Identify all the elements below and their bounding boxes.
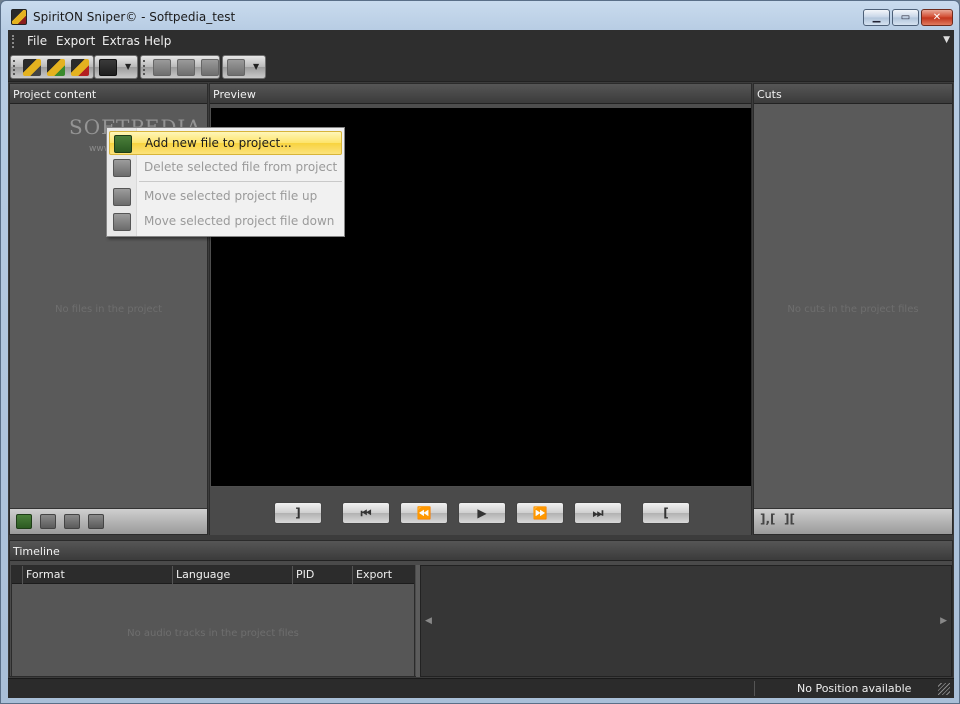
menu-item-move-down[interactable]: Move selected project file down — [109, 210, 342, 234]
add-cut-button[interactable]: ],[ — [760, 512, 776, 526]
export-ps-icon[interactable] — [177, 59, 195, 76]
scroll-left-icon[interactable]: ◀ — [425, 616, 432, 626]
add-file-icon[interactable] — [16, 514, 32, 529]
export-es-icon[interactable] — [201, 59, 219, 76]
move-down-icon — [113, 213, 131, 231]
column-format[interactable]: Format — [22, 566, 172, 584]
scroll-right-icon[interactable]: ▶ — [940, 616, 947, 626]
position-status: No Position available — [797, 682, 912, 695]
menu-grip-icon[interactable] — [12, 35, 14, 48]
status-bar: No Position available — [8, 678, 954, 698]
menu-item-label: Delete selected file from project — [144, 160, 338, 174]
new-project-button[interactable] — [23, 59, 41, 76]
mark-out-button[interactable]: ] — [274, 502, 322, 524]
status-divider — [754, 681, 755, 696]
column-export[interactable]: Export — [352, 566, 414, 584]
column-language[interactable]: Language — [172, 566, 292, 584]
toolbar-grip-icon[interactable] — [13, 60, 15, 75]
play-button[interactable]: ▶ — [458, 502, 506, 524]
add-file-icon — [114, 135, 132, 153]
delete-file-icon — [113, 159, 131, 177]
transport-controls: ] ⏮ ⏪ ▶ ⏩ ⏭ [ — [210, 487, 751, 535]
menu-item-add-file[interactable]: Add new file to project... — [109, 131, 342, 155]
close-icon: ✕ — [932, 12, 942, 23]
delete-file-icon[interactable] — [40, 514, 56, 529]
move-up-icon — [113, 188, 131, 206]
cuts-panel-toolbar: ],[ ][ — [754, 508, 952, 534]
close-button[interactable]: ✕ — [921, 9, 953, 26]
menu-item-label: Move selected project file up — [144, 189, 318, 203]
table-header: Format Language PID Export — [12, 566, 414, 584]
column-pid[interactable]: PID — [292, 566, 352, 584]
toolbar-group-project — [10, 55, 94, 79]
cuts-panel-title: Cuts — [754, 84, 952, 104]
project-panel-toolbar — [10, 508, 207, 534]
menu-item-label: Add new file to project... — [145, 136, 292, 150]
open-project-button[interactable] — [47, 59, 65, 76]
save-dropdown-icon[interactable]: ▼ — [125, 62, 131, 71]
fast-forward-button[interactable]: ⏩ — [516, 502, 564, 524]
timeline-track-area[interactable]: ◀ ▶ — [420, 565, 952, 677]
move-file-down-icon[interactable] — [88, 514, 104, 529]
maximize-button[interactable]: ▭ — [892, 9, 919, 26]
remove-cut-button[interactable]: ][ — [784, 512, 795, 526]
project-context-menu: Add new file to project... Delete select… — [106, 127, 345, 237]
title-bar[interactable]: SpiritON Sniper© - Softpedia_test ▁ ▭ ✕ — [1, 1, 959, 31]
cuts-empty-text: No cuts in the project files — [787, 304, 919, 315]
move-file-up-icon[interactable] — [64, 514, 80, 529]
menu-help[interactable]: Help — [144, 34, 171, 48]
project-panel-title: Project content — [10, 84, 207, 104]
minimize-button[interactable]: ▁ — [863, 9, 890, 26]
go-to-end-button[interactable]: ⏭ — [574, 502, 622, 524]
menu-extras[interactable]: Extras — [102, 34, 140, 48]
audio-track-table: Format Language PID Export No audio trac… — [11, 565, 415, 677]
menu-file[interactable]: File — [27, 34, 47, 48]
maximize-icon: ▭ — [900, 12, 911, 23]
batch-dropdown-icon[interactable]: ▼ — [253, 62, 259, 71]
menu-separator — [139, 181, 342, 182]
rewind-button[interactable]: ⏪ — [400, 502, 448, 524]
cuts-panel: Cuts No cuts in the project files ],[ ][ — [753, 83, 953, 535]
menu-export[interactable]: Export — [56, 34, 95, 48]
window-title: SpiritON Sniper© - Softpedia_test — [33, 10, 236, 24]
toolbar-group-save: ▼ — [94, 55, 138, 79]
menu-item-delete-file[interactable]: Delete selected file from project — [109, 156, 342, 180]
resize-grip-icon[interactable] — [938, 683, 950, 695]
menu-item-move-up[interactable]: Move selected project file up — [109, 185, 342, 209]
toolbar-grip-icon[interactable] — [143, 60, 145, 75]
project-empty-text: No files in the project — [55, 304, 162, 315]
app-window: SpiritON Sniper© - Softpedia_test ▁ ▭ ✕ … — [0, 0, 960, 704]
timeline-empty-text: No audio tracks in the project files — [127, 628, 299, 639]
menu-item-label: Move selected project file down — [144, 214, 335, 228]
export-ts-icon[interactable] — [153, 59, 171, 76]
toolbar-group-batch: ▼ — [222, 55, 266, 79]
go-to-start-button[interactable]: ⏮ — [342, 502, 390, 524]
save-icon[interactable] — [99, 59, 117, 76]
app-icon — [11, 9, 27, 25]
menu-overflow-icon[interactable]: ▼ — [943, 35, 950, 45]
toolbar-group-export — [140, 55, 220, 79]
close-project-button[interactable] — [71, 59, 89, 76]
toolbar: ▼ ▼ — [8, 53, 954, 82]
mark-in-button[interactable]: [ — [642, 502, 690, 524]
timeline-panel: Timeline Format Language PID Export No a… — [9, 540, 953, 677]
batch-export-icon[interactable] — [227, 59, 245, 76]
preview-panel-title: Preview — [210, 84, 751, 104]
timeline-title: Timeline — [10, 541, 952, 561]
menu-bar: File Export Extras Help ▼ — [8, 30, 954, 53]
minimize-icon: ▁ — [872, 12, 881, 23]
